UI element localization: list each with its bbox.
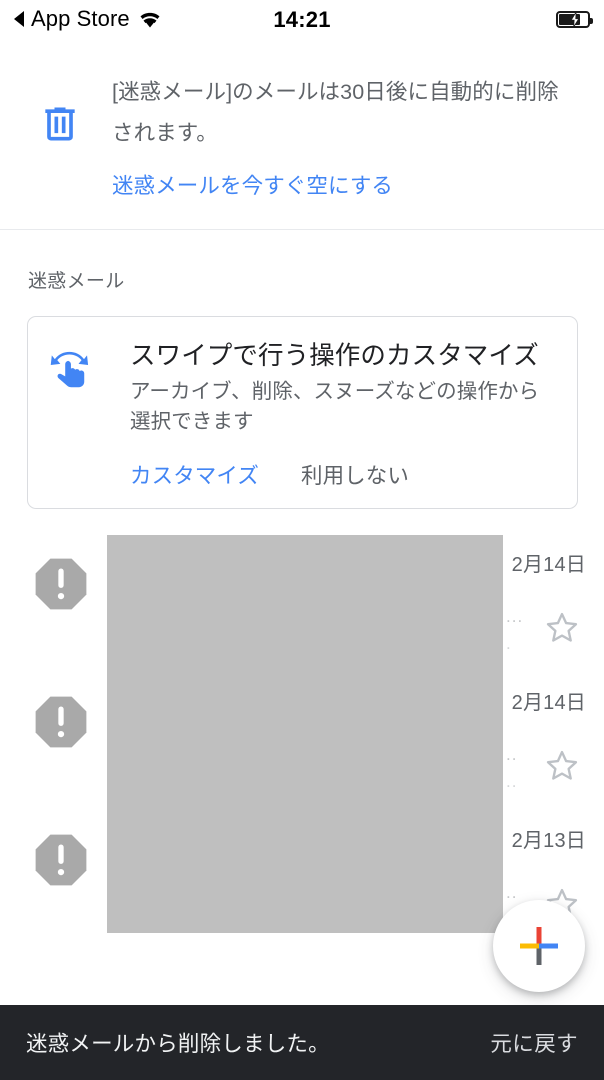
mail-preview-remnant: ..	[506, 883, 518, 902]
auto-delete-banner: [迷惑メール]のメールは30日後に自動的に削除されます。 迷惑メールを今すぐ空に…	[0, 72, 604, 221]
snackbar: 迷惑メールから削除しました。 元に戻す	[0, 1005, 604, 1080]
auto-delete-banner-text: [迷惑メール]のメールは30日後に自動的に削除されます。	[112, 80, 559, 145]
spam-octagon-exclamation-icon[interactable]	[32, 555, 90, 613]
swipe-customization-card: スワイプで行う操作のカスタマイズ アーカイブ、削除、スヌーズなどの操作から選択で…	[27, 316, 578, 509]
compose-plus-icon	[520, 927, 558, 965]
customize-button[interactable]: カスタマイズ	[130, 459, 259, 490]
swipe-card-actions: カスタマイズ 利用しない	[130, 459, 555, 490]
mail-date: 2月14日	[511, 554, 586, 576]
star-outline-icon[interactable]	[543, 747, 581, 785]
trash-can-icon	[45, 107, 75, 141]
mail-date: 2月14日	[511, 692, 586, 714]
swipe-gesture-icon	[50, 351, 89, 388]
mail-preview-remnant-secondary: ..	[506, 772, 518, 791]
empty-spam-now-link[interactable]: 迷惑メールを今すぐ空にする	[112, 171, 393, 201]
mail-date: 2月13日	[511, 830, 586, 852]
spam-octagon-exclamation-icon[interactable]	[32, 831, 90, 889]
section-label-spam: 迷惑メール	[28, 271, 125, 292]
auto-delete-banner-body: [迷惑メール]のメールは30日後に自動的に削除されます。 迷惑メールを今すぐ空に…	[112, 72, 576, 201]
spam-octagon-exclamation-icon[interactable]	[32, 693, 90, 751]
status-bar: App Store 14:21	[0, 0, 604, 46]
redacted-content-mask	[107, 535, 503, 933]
mail-preview-remnant-secondary: .	[506, 634, 512, 653]
undo-button[interactable]: 元に戻す	[490, 1027, 578, 1058]
status-bar-clock: 14:21	[273, 7, 331, 32]
star-outline-icon[interactable]	[543, 609, 581, 647]
snackbar-message: 迷惑メールから削除しました。	[26, 1032, 330, 1056]
mail-preview-remnant: ...	[506, 607, 524, 626]
swipe-card-description: アーカイブ、削除、スヌーズなどの操作から選択できます	[130, 380, 540, 433]
charging-bolt-icon	[570, 12, 580, 27]
swipe-card-content: スワイプで行う操作のカスタマイズ アーカイブ、削除、スヌーズなどの操作から選択で…	[130, 339, 555, 490]
banner-divider	[0, 229, 604, 230]
dismiss-button[interactable]: 利用しない	[301, 459, 409, 490]
compose-fab-button[interactable]	[493, 900, 585, 992]
battery-charging-icon	[556, 11, 593, 28]
swipe-card-title: スワイプで行う操作のカスタマイズ	[130, 342, 539, 370]
mail-preview-remnant: ..	[506, 745, 518, 764]
